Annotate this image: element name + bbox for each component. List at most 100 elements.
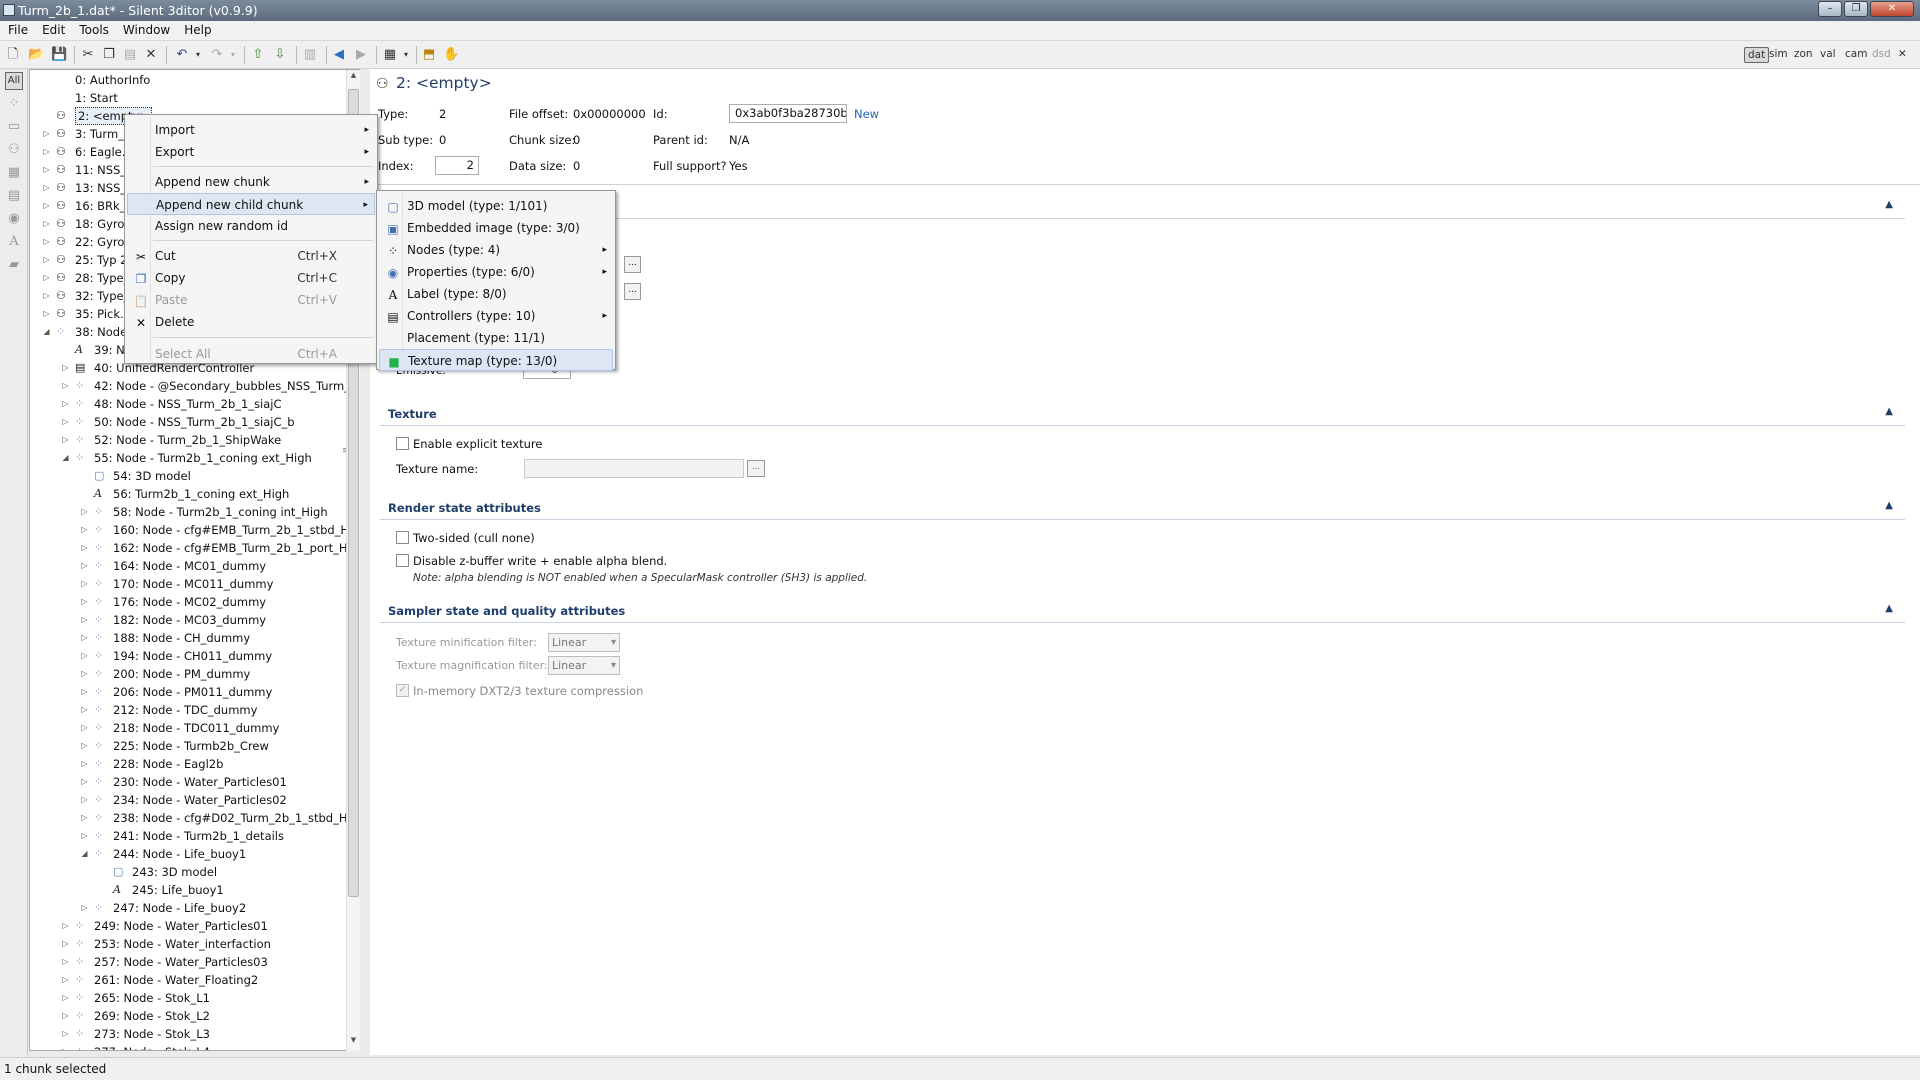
- tree-row[interactable]: ▷ ⁘ 50: Node - NSS_Turm_2b_1_siajC_b: [30, 413, 346, 431]
- tree-row[interactable]: 1: Start: [30, 89, 346, 107]
- expand-arrow-icon[interactable]: ▷: [61, 1043, 70, 1050]
- tree-row[interactable]: 0: AuthorInfo: [30, 71, 346, 89]
- tree-row[interactable]: A 245: Life_buoy1: [30, 881, 346, 899]
- tree-row[interactable]: ▢ 54: 3D model: [30, 467, 346, 485]
- expand-arrow-icon[interactable]: ▷: [80, 827, 89, 845]
- open-folder-icon[interactable]: 📂: [28, 47, 44, 63]
- sampler-section-header[interactable]: Sampler state and quality attributes ▲: [380, 601, 1905, 623]
- tree-row[interactable]: ▷ ⁘ 218: Node - TDC011_dummy: [30, 719, 346, 737]
- tab-sim[interactable]: sim: [1766, 47, 1791, 63]
- expand-arrow-icon[interactable]: ▷: [80, 521, 89, 539]
- expand-arrow-icon[interactable]: ▷: [80, 611, 89, 629]
- tree-row[interactable]: ▷ ⁘ 176: Node - MC02_dummy: [30, 593, 346, 611]
- tree-row[interactable]: ▷ ⁘ 48: Node - NSS_Turm_2b_1_siajC: [30, 395, 346, 413]
- tree-row[interactable]: ▷ ⁘ 277: Node - Stok_L4: [30, 1043, 346, 1050]
- menu-help[interactable]: Help: [176, 21, 217, 37]
- menu-item-copy[interactable]: ❐ Copy Ctrl+C: [127, 267, 375, 289]
- tree-row[interactable]: ▷ ⁘ 162: Node - cfg#EMB_Turm_2b_1_port_Hig…: [30, 539, 359, 557]
- expand-arrow-icon[interactable]: ▷: [42, 215, 51, 233]
- back-icon[interactable]: ◀: [331, 47, 347, 63]
- tab-dsd[interactable]: dsd: [1869, 47, 1894, 63]
- copy-icon[interactable]: ❐: [101, 47, 117, 63]
- property-filter-icon[interactable]: ◉: [5, 211, 23, 229]
- tree-row[interactable]: ▷ ⁘ 164: Node - MC01_dummy: [30, 557, 346, 575]
- two-sided-checkbox[interactable]: [396, 531, 409, 544]
- texture-filter-icon[interactable]: ▰: [5, 257, 23, 275]
- model-filter-icon[interactable]: ▭: [5, 119, 23, 137]
- browse-button-2[interactable]: ...: [624, 283, 641, 300]
- minimize-button[interactable]: –: [1818, 1, 1842, 17]
- tree-row[interactable]: ▷ ⁘ 212: Node - TDC_dummy: [30, 701, 346, 719]
- expand-arrow-icon[interactable]: ▷: [61, 413, 70, 431]
- expand-arrow-icon[interactable]: ▷: [42, 143, 51, 161]
- expand-arrow-icon[interactable]: ▷: [61, 953, 70, 971]
- expand-arrow-icon[interactable]: ▷: [80, 629, 89, 647]
- render-state-section-header[interactable]: Render state attributes ▲: [380, 498, 1905, 520]
- tree-row[interactable]: ▷ ⁘ 230: Node - Water_Particles01: [30, 773, 346, 791]
- menu-item-cut[interactable]: ✂ Cut Ctrl+X: [127, 245, 375, 267]
- collapse-render-state-icon[interactable]: ▲: [1885, 500, 1893, 511]
- tree-row[interactable]: ▷ ⁘ 273: Node - Stok_L3: [30, 1025, 346, 1043]
- index-input[interactable]: 2: [435, 156, 479, 175]
- undo-icon[interactable]: ↶: [174, 47, 190, 63]
- submenu-item-nodes[interactable]: ⁘ Nodes (type: 4) ▸: [379, 239, 613, 261]
- save-icon[interactable]: 💾: [51, 47, 67, 63]
- texture-name-input[interactable]: [524, 459, 744, 478]
- tree-row[interactable]: ▷ ⁘ 58: Node - Turm2b_1_coning int_High: [30, 503, 346, 521]
- expand-arrow-icon[interactable]: ▷: [61, 935, 70, 953]
- expand-arrow-icon[interactable]: ▷: [80, 665, 89, 683]
- expand-arrow-icon[interactable]: ▷: [42, 305, 51, 323]
- tree-row[interactable]: ▷ ⁘ 194: Node - CH011_dummy: [30, 647, 346, 665]
- move-up-icon[interactable]: ⇧: [250, 47, 266, 63]
- expand-arrow-icon[interactable]: ▷: [42, 125, 51, 143]
- controller-filter-icon[interactable]: ▤: [5, 188, 23, 206]
- expand-arrow-icon[interactable]: ▷: [80, 557, 89, 575]
- chunk-icon[interactable]: ⬒: [421, 47, 437, 63]
- menu-item-append-new-child-chunk[interactable]: Append new child chunk ▸: [127, 193, 375, 215]
- expand-arrow-icon[interactable]: ▷: [80, 719, 89, 737]
- expand-arrow-icon[interactable]: ▷: [80, 773, 89, 791]
- menu-tools[interactable]: Tools: [71, 21, 115, 37]
- tab-val[interactable]: val: [1817, 47, 1839, 63]
- new-file-icon[interactable]: 🗋: [5, 47, 21, 63]
- expand-arrow-icon[interactable]: ▷: [61, 1025, 70, 1043]
- tree-row[interactable]: ▷ ⁘ 265: Node - Stok_L1: [30, 989, 346, 1007]
- tree-row[interactable]: A 56: Turm2b_1_coning ext_High: [30, 485, 346, 503]
- menu-item-import[interactable]: Import ▸: [127, 119, 375, 141]
- expand-arrow-icon[interactable]: ▷: [80, 899, 89, 917]
- hand-icon[interactable]: ✋: [443, 47, 459, 63]
- tree-row[interactable]: ▷ ⁘ 238: Node - cfg#D02_Turm_2b_1_stbd_Hig…: [30, 809, 359, 827]
- tree-row[interactable]: ◢ ⁘ 244: Node - Life_buoy1: [30, 845, 346, 863]
- tree-row[interactable]: ▷ ⁘ 261: Node - Water_Floating2: [30, 971, 346, 989]
- tree-row[interactable]: ▷ ⁘ 241: Node - Turm2b_1_details: [30, 827, 346, 845]
- label-filter-icon[interactable]: A: [5, 234, 23, 252]
- expand-arrow-icon[interactable]: ▷: [61, 377, 70, 395]
- tree-row[interactable]: ▷ ⁘ 52: Node - Turm_2b_1_ShipWake: [30, 431, 346, 449]
- move-down-icon[interactable]: ⇩: [272, 47, 288, 63]
- min-filter-select[interactable]: Linear: [548, 633, 620, 652]
- image-filter-icon[interactable]: ▦: [5, 165, 23, 183]
- filter-all[interactable]: All: [5, 72, 23, 90]
- browse-button-1[interactable]: ...: [624, 256, 641, 273]
- forward-icon[interactable]: ▶: [353, 47, 369, 63]
- expand-arrow-icon[interactable]: ▷: [80, 701, 89, 719]
- view-grid-icon[interactable]: ▦: [382, 47, 398, 63]
- tree-row[interactable]: ▷ ⁘ 247: Node - Life_buoy2: [30, 899, 346, 917]
- submenu-item-3d-model[interactable]: ▢ 3D model (type: 1/101): [379, 195, 613, 217]
- menu-item-append-new-chunk[interactable]: Append new chunk ▸: [127, 171, 375, 193]
- submenu-item-properties[interactable]: ◉ Properties (type: 6/0) ▸: [379, 261, 613, 283]
- collapse-material-icon[interactable]: ▲: [1885, 199, 1893, 210]
- tree-row[interactable]: ▷ ⁘ 200: Node - PM_dummy: [30, 665, 346, 683]
- explicit-texture-checkbox[interactable]: [396, 437, 409, 450]
- expand-arrow-icon[interactable]: ▷: [42, 161, 51, 179]
- scroll-down-icon[interactable]: ▼: [348, 1036, 359, 1048]
- nodes-filter-icon[interactable]: ⁘: [5, 96, 23, 114]
- block-icon[interactable]: ▥: [302, 47, 318, 63]
- tree-row[interactable]: ▷ ⁘ 170: Node - MC011_dummy: [30, 575, 346, 593]
- tree-row[interactable]: ◢ ⁘ 55: Node - Turm2b_1_coning ext_High: [30, 449, 346, 467]
- expand-arrow-icon[interactable]: ▷: [42, 251, 51, 269]
- menu-edit[interactable]: Edit: [34, 21, 71, 37]
- tree-row[interactable]: ▷ ⁘ 228: Node - Eagl2b: [30, 755, 346, 773]
- expand-arrow-icon[interactable]: ▷: [42, 287, 51, 305]
- menu-item-select-all[interactable]: Select All Ctrl+A: [127, 343, 375, 365]
